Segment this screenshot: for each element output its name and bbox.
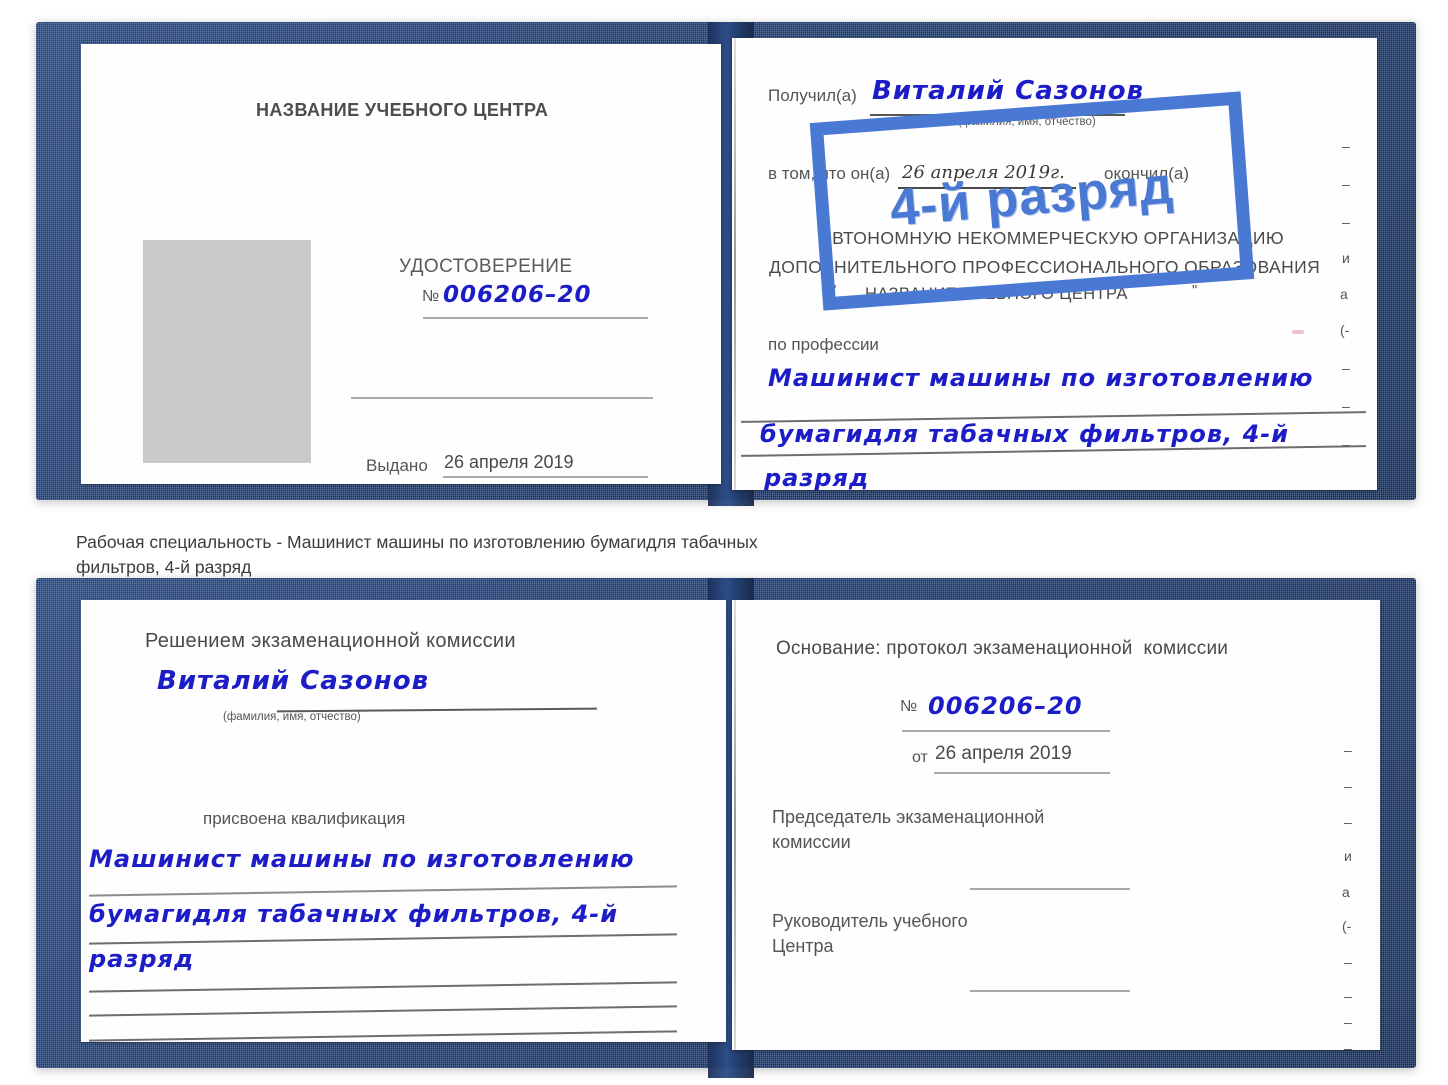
issued-date-value: 26 апреля 2019 — [444, 452, 574, 472]
page-edge-fragment: – — [1344, 988, 1352, 1004]
certificate-number-rule — [423, 317, 648, 319]
blank-rule-left-page — [351, 397, 653, 399]
qualification-line-3: разряд — [89, 945, 195, 973]
qualification-label: присвоена квалификация — [203, 809, 406, 828]
document-title: УДОСТОВЕРЕНИЕ — [399, 256, 573, 277]
profession-label: по профессии — [768, 335, 879, 354]
chairman-line-2: комиссии — [772, 832, 851, 852]
page-edge-fragment: (- — [1342, 918, 1352, 934]
page-edge-fragment: а — [1340, 286, 1348, 302]
page-gutter-top — [734, 38, 736, 490]
commission-decision-heading: Решением экзаменационной комиссии — [145, 630, 516, 652]
issued-date-rule — [443, 476, 648, 478]
top-left-page: НАЗВАНИЕ УЧЕБНОГО ЦЕНТРА УДОСТОВЕРЕНИЕ №… — [81, 44, 721, 484]
qualification-rule-5 — [89, 1030, 677, 1042]
page-gutter-bottom — [734, 600, 736, 1050]
qualification-line-1: Машинист машины по изготовлению — [89, 845, 635, 873]
caption-line-1: Рабочая специальность - Машинист машины … — [76, 532, 758, 552]
pink-smudge — [1292, 330, 1304, 334]
student-name-value: Виталий Сазонов — [157, 666, 430, 696]
page-edge-fragment: – — [1344, 954, 1352, 970]
protocol-number-rule — [902, 730, 1110, 732]
page-edge-fragment: а — [1342, 884, 1350, 900]
issued-label: Выдано — [366, 456, 428, 475]
page-edge-fragment: – — [1342, 436, 1350, 452]
bottom-right-page: Основание: протокол экзаменационной коми… — [732, 600, 1380, 1050]
page-edge-fragment: – — [1344, 1040, 1352, 1050]
protocol-number-label: № — [900, 698, 918, 715]
head-line-1: Руководитель учебного — [772, 911, 968, 931]
number-label: № — [422, 288, 440, 305]
page-edge-fragment: – — [1344, 742, 1352, 758]
page-edge-fragment: – — [1342, 138, 1350, 154]
top-certificate-book: НАЗВАНИЕ УЧЕБНОГО ЦЕНТРА УДОСТОВЕРЕНИЕ №… — [36, 14, 1416, 506]
qualification-line-2: бумагидля табачных фильтров, 4-й — [89, 900, 619, 928]
qualification-rule-4 — [89, 1005, 677, 1017]
page-edge-fragment: и — [1342, 250, 1350, 266]
protocol-date-label: от — [912, 749, 928, 766]
protocol-date-rule — [934, 772, 1110, 774]
page-edge-fragment: – — [1342, 360, 1350, 376]
profession-line-3: разряд — [764, 464, 870, 490]
page-edge-fragment: – — [1342, 214, 1350, 230]
certificate-number-value: 006206–20 — [443, 282, 592, 308]
student-name-hint: (фамилия, имя, отчество) — [223, 711, 361, 723]
protocol-date-value: 26 апреля 2019 — [935, 743, 1072, 764]
page-edge-fragment: (- — [1340, 322, 1350, 338]
caption-line-2: фильтров, 4-й разряд — [76, 557, 252, 578]
bottom-left-page: Решением экзаменационной комиссии Витали… — [81, 600, 726, 1042]
page-edge-fragment: – — [1344, 1014, 1352, 1030]
page-edge-fragment: – — [1342, 398, 1350, 414]
photo-placeholder — [143, 240, 311, 463]
page-edge-fragment: – — [1342, 176, 1350, 192]
training-center-heading: НАЗВАНИЕ УЧЕБНОГО ЦЕНТРА — [256, 100, 549, 120]
profession-line-2: бумагидля табачных фильтров, 4-й — [760, 420, 1290, 448]
rank-stamp: 4-й разряд — [809, 91, 1255, 311]
head-signature-rule — [970, 990, 1130, 992]
qualification-rule-1 — [89, 885, 677, 897]
page-edge-fragment: – — [1344, 778, 1352, 794]
bottom-certificate-book: Решением экзаменационной комиссии Витали… — [36, 578, 1416, 1078]
head-line-2: Центра — [772, 936, 834, 956]
organization-quote-close: " — [1192, 282, 1198, 299]
page-edge-fragment: – — [1344, 814, 1352, 830]
page-edge-fragment: и — [1344, 848, 1352, 864]
qualification-rule-2 — [89, 933, 677, 945]
chairman-line-1: Председатель экзаменационной — [772, 807, 1045, 827]
caption-block: Рабочая специальность - Машинист машины … — [76, 530, 1026, 581]
profession-line-1: Машинист машины по изготовлению — [768, 364, 1314, 392]
qualification-rule-3 — [89, 981, 677, 993]
received-label: Получил(а) — [768, 86, 857, 105]
protocol-number-value: 006206–20 — [928, 692, 1083, 720]
basis-label: Основание: протокол экзаменационной коми… — [776, 638, 1229, 659]
chairman-signature-rule — [970, 888, 1130, 890]
